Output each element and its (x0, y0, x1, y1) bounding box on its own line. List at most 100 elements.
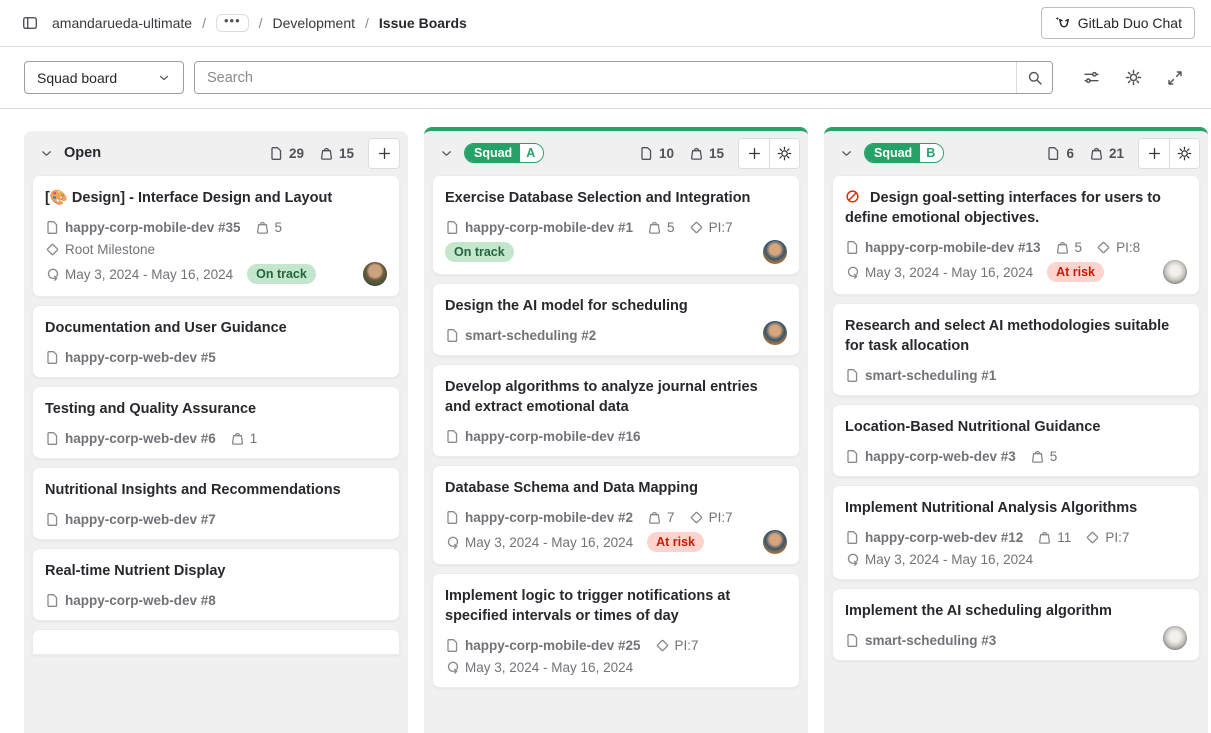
card-title-text[interactable]: Testing and Quality Assurance (45, 401, 256, 417)
add-issue-button[interactable] (369, 139, 399, 168)
card-title-text[interactable]: Exercise Database Selection and Integrat… (445, 190, 750, 206)
board-switcher-select[interactable]: Squad board (24, 61, 184, 94)
milestone-icon (1085, 530, 1100, 545)
card-title-text[interactable]: Real-time Nutrient Display (45, 563, 226, 579)
issue-card[interactable]: Database Schema and Data Mapping happy-c… (432, 465, 800, 565)
avatar[interactable] (1163, 260, 1187, 284)
issue-card[interactable]: Nutritional Insights and Recommendations… (32, 467, 400, 540)
breadcrumb-project[interactable]: amandarueda-ultimate (52, 15, 192, 31)
column-settings-button[interactable] (1169, 139, 1199, 168)
iteration-icon (445, 660, 460, 675)
issues-icon (445, 638, 460, 653)
issue-card[interactable]: Implement logic to trigger notifications… (432, 573, 800, 688)
card-title-text[interactable]: Location-Based Nutritional Guidance (845, 419, 1100, 435)
weight-icon (689, 146, 704, 161)
breadcrumb-group[interactable]: Development (273, 15, 356, 31)
card-title-text[interactable]: Research and select AI methodologies sui… (845, 318, 1169, 354)
column-weight-count: 15 (709, 146, 724, 161)
milestone-icon (1096, 240, 1111, 255)
card-title-text[interactable]: Implement the AI scheduling algorithm (845, 603, 1112, 619)
issue-reference: smart-scheduling #1 (865, 368, 996, 383)
column-label-key: Squad (465, 144, 520, 162)
card-title: Real-time Nutrient Display (45, 561, 387, 581)
issue-card[interactable]: Research and select AI methodologies sui… (832, 303, 1200, 396)
card-meta: happy-corp-mobile-dev #2 7 PI:7 May 3, 2… (445, 510, 787, 552)
breadcrumb-separator: / (365, 15, 369, 31)
add-issue-button[interactable] (739, 139, 769, 168)
card-title: Nutritional Insights and Recommendations (45, 480, 387, 500)
issue-card[interactable]: Design the AI model for scheduling smart… (432, 283, 800, 356)
search-button[interactable] (1016, 62, 1052, 93)
iteration-dates: May 3, 2024 - May 16, 2024 (865, 265, 1033, 280)
issue-card[interactable]: Implement the AI scheduling algorithm sm… (832, 588, 1200, 661)
card-meta: happy-corp-web-dev #6 1 (45, 431, 387, 446)
duo-chat-label: GitLab Duo Chat (1078, 15, 1182, 31)
issue-card[interactable]: Documentation and User Guidance happy-co… (32, 305, 400, 378)
issue-card[interactable]: Develop algorithms to analyze journal en… (432, 364, 800, 457)
filter-settings-button[interactable] (1075, 62, 1107, 94)
iteration-icon (845, 265, 860, 280)
card-title-text[interactable]: Documentation and User Guidance (45, 320, 287, 336)
card-title: Implement logic to trigger notifications… (445, 586, 787, 626)
column-weight-count: 21 (1109, 146, 1124, 161)
milestone-label: PI:7 (675, 638, 699, 653)
column-header: Squad A 10 15 (424, 131, 808, 175)
card-title-text[interactable]: Design the AI model for scheduling (445, 298, 688, 314)
card-title-text[interactable]: Nutritional Insights and Recommendations (45, 482, 341, 498)
weight-item: 5 (255, 220, 283, 235)
milestone-item: PI:8 (1096, 240, 1140, 255)
breadcrumb-ellipsis-button[interactable]: ••• (216, 14, 249, 32)
card-list: [🎨 Design] - Interface Design and Layout… (24, 175, 408, 733)
weight-value: 1 (250, 431, 258, 446)
issue-card[interactable]: Location-Based Nutritional Guidance happ… (832, 404, 1200, 477)
weight-value: 5 (275, 220, 283, 235)
milestone-item: Root Milestone (45, 242, 155, 257)
iteration-icon (45, 267, 60, 282)
milestone-icon (45, 242, 60, 257)
board-column: Open 29 15 (24, 131, 408, 733)
issue-card[interactable]: Implement Nutritional Analysis Algorithm… (832, 485, 1200, 580)
column-header: Open 29 15 (24, 131, 408, 175)
avatar[interactable] (763, 321, 787, 345)
gitlab-duo-chat-button[interactable]: GitLab Duo Chat (1041, 7, 1195, 39)
milestone-label: PI:8 (1116, 240, 1140, 255)
add-issue-button[interactable] (1139, 139, 1169, 168)
avatar[interactable] (1163, 626, 1187, 650)
issues-icon (445, 510, 460, 525)
iteration-dates: May 3, 2024 - May 16, 2024 (865, 552, 1033, 567)
board-config-button[interactable] (1117, 62, 1149, 94)
issue-reference: happy-corp-web-dev #7 (65, 512, 216, 527)
card-title-text[interactable]: Database Schema and Data Mapping (445, 480, 698, 496)
iteration-item: May 3, 2024 - May 16, 2024 (45, 267, 233, 282)
weight-value: 5 (1050, 449, 1058, 464)
search-input[interactable] (195, 62, 1016, 93)
sidebar-toggle-button[interactable] (16, 9, 44, 37)
card-title: Exercise Database Selection and Integrat… (445, 188, 787, 208)
avatar[interactable] (763, 530, 787, 554)
issue-card[interactable]: Design goal-setting interfaces for users… (832, 175, 1200, 295)
card-title-text[interactable]: Develop algorithms to analyze journal en… (445, 379, 758, 415)
card-title: Develop algorithms to analyze journal en… (445, 377, 787, 417)
column-collapse-button[interactable] (436, 143, 456, 163)
card-title-text[interactable]: Implement Nutritional Analysis Algorithm… (845, 500, 1137, 516)
avatar[interactable] (763, 240, 787, 264)
issue-card[interactable]: Testing and Quality Assurance happy-corp… (32, 386, 400, 459)
column-settings-button[interactable] (769, 139, 799, 168)
card-title-text[interactable]: Implement logic to trigger notifications… (445, 588, 730, 624)
issue-card[interactable]: Real-time Nutrient Display happy-corp-we… (32, 548, 400, 621)
card-title-text[interactable]: [🎨 Design] - Interface Design and Layout (45, 190, 332, 206)
issue-card[interactable]: [🎨 Design] - Interface Design and Layout… (32, 175, 400, 297)
card-title: Design goal-setting interfaces for users… (845, 188, 1187, 228)
card-title-text[interactable]: Design goal-setting interfaces for users… (845, 190, 1161, 226)
fullscreen-button[interactable] (1159, 62, 1191, 94)
plus-icon (377, 146, 392, 161)
issue-card-stub[interactable] (32, 629, 400, 655)
column-collapse-button[interactable] (836, 143, 856, 163)
issue-card[interactable]: Exercise Database Selection and Integrat… (432, 175, 800, 275)
milestone-label: Root Milestone (65, 242, 155, 257)
avatar[interactable] (363, 262, 387, 286)
milestone-item: PI:7 (689, 510, 733, 525)
weight-icon (1030, 449, 1045, 464)
issues-icon (45, 512, 60, 527)
column-collapse-button[interactable] (36, 143, 56, 163)
